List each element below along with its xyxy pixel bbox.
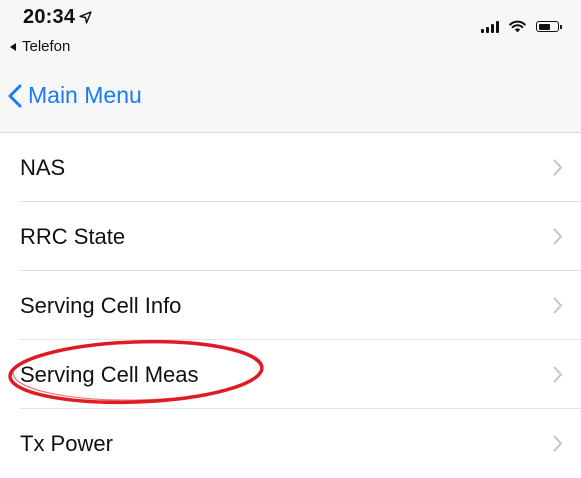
menu-item-tx-power[interactable]: Tx Power (0, 409, 581, 478)
menu-item-label: Tx Power (20, 430, 113, 456)
status-indicators (481, 20, 562, 33)
chevron-right-icon (553, 435, 562, 452)
menu-item-serving-cell-meas[interactable]: Serving Cell Meas (0, 340, 581, 409)
back-triangle-icon (10, 42, 16, 51)
back-to-app-label: Telefon (22, 38, 71, 55)
status-time: 20:34 (23, 6, 92, 29)
menu-item-rrc-state[interactable]: RRC State (0, 202, 581, 271)
menu-item-label: Serving Cell Meas (20, 361, 199, 387)
menu-item-nas[interactable]: NAS (0, 133, 581, 202)
back-to-app-link[interactable]: Telefon (10, 38, 70, 55)
menu-item-label: NAS (20, 154, 66, 180)
wifi-icon (509, 20, 526, 33)
chevron-right-icon (553, 159, 562, 176)
battery-level (538, 23, 551, 30)
navigation-bar: Main Menu (0, 62, 581, 133)
cellular-signal-icon (481, 20, 499, 33)
status-bar: 20:34 Telefon (0, 0, 581, 62)
battery-icon (536, 21, 562, 32)
chevron-right-icon (553, 366, 562, 383)
status-time-text: 20:34 (23, 6, 76, 28)
location-arrow-icon (79, 11, 92, 24)
menu-list: NAS RRC State Serving Cell Info Serving … (0, 133, 581, 478)
menu-item-label: Serving Cell Info (20, 292, 182, 318)
back-button-label: Main Menu (28, 82, 142, 108)
menu-item-label: RRC State (20, 223, 126, 249)
chevron-left-icon (8, 84, 22, 107)
chevron-right-icon (553, 228, 562, 245)
menu-item-serving-cell-info[interactable]: Serving Cell Info (0, 271, 581, 340)
main-menu-back-button[interactable]: Main Menu (8, 82, 142, 109)
chevron-right-icon (553, 297, 562, 314)
